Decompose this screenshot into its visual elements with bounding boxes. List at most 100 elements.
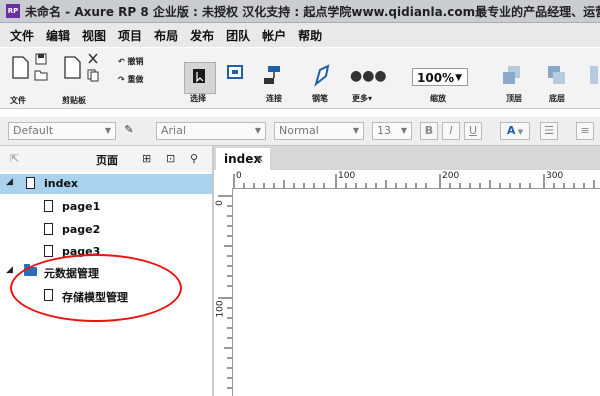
bring-to-front-button[interactable] [500,64,524,88]
menu-project[interactable]: 项目 [118,27,142,44]
menu-help[interactable]: 帮助 [298,27,322,44]
page-item-index[interactable]: ◢ index [0,174,212,194]
search-icon[interactable]: ⚲ [190,152,198,165]
copy-button[interactable] [86,68,100,82]
style-select[interactable]: Default ▼ [8,122,116,140]
page-icon [44,200,53,212]
menu-view[interactable]: 视图 [82,27,106,44]
connect-label: 连接 [266,94,282,103]
connect-icon [227,65,243,79]
redo-icon: ↷ [118,75,125,84]
page-label: page2 [62,223,101,236]
redo-label: 重做 [127,75,144,84]
paste-icon [64,56,81,79]
ruler-label: 0 [214,200,225,206]
save-icon [35,53,47,65]
redo-button[interactable]: ↷ 重做 [118,74,144,85]
page-label: index [44,177,79,190]
close-icon[interactable]: × [255,148,264,170]
font-family-select[interactable]: Arial ▼ [156,122,266,140]
paste-button[interactable] [62,54,84,80]
list-icon: ☰ [544,124,554,137]
main-toolbar: 文件 剪贴板 ↶ 撤销 ↷ 重做 选择 连接 钢笔 ●●● 更多▾ 100% ▼… [0,48,600,109]
italic-button[interactable]: I [442,122,460,140]
page-label: page1 [62,200,101,213]
cut-button[interactable] [86,52,100,66]
align-button[interactable] [588,64,600,88]
font-family-value: Arial [161,124,186,137]
align-left-icon: ≡ [580,124,590,137]
tab-index[interactable]: index × [216,148,270,170]
ruler-ticks [218,195,232,389]
chevron-down-icon: ▼ [254,126,261,135]
more-label: 更多▾ [352,94,373,103]
style-value: Default [13,124,54,137]
zoom-value: 100% [417,71,455,85]
pages-panel-header: ⇱ 页面 ⊞ ⊡ ⚲ [0,146,212,172]
chevron-down-icon: ▼ [352,126,359,135]
new-file-button[interactable] [10,54,32,80]
zoom-select[interactable]: 100% ▼ [412,68,468,86]
font-size-select[interactable]: 13 ▼ [372,122,412,140]
open-button[interactable] [34,68,50,82]
expand-triangle-icon[interactable]: ◢ [6,177,13,187]
menu-bar: 文件 编辑 视图 项目 布局 发布 团队 帐户 帮助 [0,23,600,47]
font-color-button[interactable]: A ▼ [500,122,530,140]
undo-label: 撤销 [127,57,144,66]
undo-button[interactable]: ↶ 撤销 [118,56,144,67]
menu-account[interactable]: 帐户 [262,27,286,44]
font-size-value: 13 [377,124,391,137]
bold-button[interactable]: B [420,122,438,140]
select-pointer-icon [193,69,205,83]
open-folder-icon [34,70,48,81]
design-canvas[interactable] [233,189,600,396]
menu-layout[interactable]: 布局 [154,27,178,44]
add-folder-icon[interactable]: ⊡ [166,152,175,165]
more-button[interactable]: ●●● [350,68,387,84]
ruler-label: 0 [236,171,242,181]
save-button[interactable] [34,52,50,66]
expand-triangle-icon[interactable]: ◢ [6,265,13,275]
top-label: 顶层 [506,94,522,103]
menu-file[interactable]: 文件 [10,27,34,44]
canvas-area: index × 0 100 200 300 0 100 [214,146,600,396]
undo-icon: ↶ [118,57,125,66]
align-left-button[interactable]: ≡ [576,122,594,140]
connect-button[interactable] [224,62,250,88]
page-item-page1[interactable]: page1 [0,197,212,217]
chevron-down-icon: ▼ [104,126,111,135]
add-page-icon[interactable]: ⊞ [142,152,151,165]
page-item-page2[interactable]: page2 [0,220,212,240]
chevron-down-icon: ▼ [400,126,407,135]
format-bar: Default ▼ ✎ Arial ▼ Normal ▼ 13 ▼ B I U … [0,117,600,146]
ruler-label: 100 [215,300,226,318]
pen-button[interactable] [310,62,334,88]
annotation-ellipse [10,254,182,322]
font-weight-value: Normal [279,124,319,137]
chevron-down-icon: ▼ [455,73,462,83]
underline-button[interactable]: U [464,122,482,140]
page-icon [44,223,53,235]
menu-publish[interactable]: 发布 [190,27,214,44]
menu-team[interactable]: 团队 [226,27,250,44]
window-title: 未命名 - Axure RP 8 企业版 : 未授权 汉化支持 : 起点学院ww… [25,4,600,19]
bottom-label: 底层 [549,94,565,103]
send-to-back-icon [548,66,565,84]
select-button[interactable] [184,62,216,94]
connector-button[interactable] [262,62,288,88]
collapse-panel-icon[interactable]: ⇱ [10,152,19,165]
font-weight-select[interactable]: Normal ▼ [274,122,364,140]
vertical-ruler: 0 100 [214,188,233,396]
more-dots-icon: ●●● [350,68,387,84]
menu-edit[interactable]: 编辑 [46,27,70,44]
bullet-list-button[interactable]: ☰ [540,122,558,140]
page-icon [26,177,35,189]
style-editor-button[interactable]: ✎ [120,122,138,140]
ruler-label: 200 [442,171,460,181]
axure-app-icon: RP [6,4,20,18]
horizontal-ruler: 0 100 200 300 [214,170,600,189]
pen-icon [314,64,330,87]
send-to-back-button[interactable] [545,64,569,88]
pages-panel-title: 页面 [96,154,118,167]
clipboard-group-label: 剪贴板 [62,96,86,105]
